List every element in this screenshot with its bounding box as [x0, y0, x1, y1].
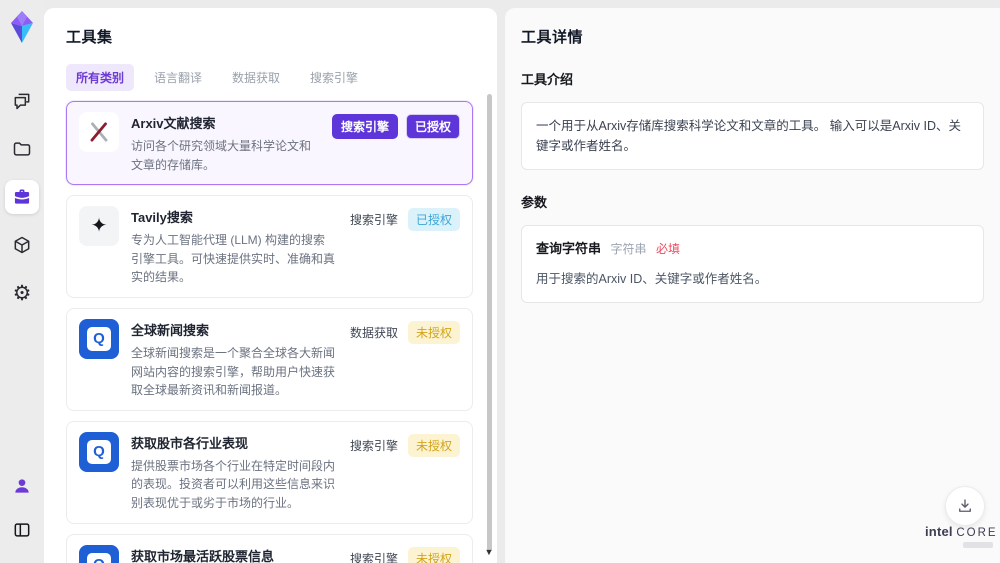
tool-category-badge: 搜索引擎	[349, 213, 398, 228]
tool-card-badges: 搜索引擎 已授权	[331, 112, 460, 174]
category-tabs: 所有类别 语言翻译 数据获取 搜索引擎	[66, 64, 473, 91]
tool-card[interactable]: Q 获取股市各行业表现 提供股票市场各个行业在特定时间段内的表现。投资者可以利用…	[66, 420, 473, 524]
param-header: 查询字符串 字符串 必填	[536, 239, 969, 260]
tool-category-badge: 搜索引擎	[331, 114, 398, 139]
intro-box: 一个用于从Arxiv存储库搜索科学论文和文章的工具。 输入可以是Arxiv ID…	[521, 102, 984, 170]
tool-card[interactable]: ✦ Tavily搜索 专为人工智能代理 (LLM) 构建的搜索引擎工具。可快速提…	[66, 195, 473, 298]
tool-icon: ✦	[79, 206, 119, 247]
brand-subbar	[963, 542, 993, 548]
tool-desc: 全球新闻搜索是一个聚合全球各大新闻网站内容的搜索引擎，帮助用户快速获取全球最新资…	[131, 345, 336, 398]
download-icon	[959, 499, 971, 512]
sidebar-item-packages[interactable]	[5, 228, 39, 262]
intro-text: 一个用于从Arxiv存储库搜索科学论文和文章的工具。 输入可以是Arxiv ID…	[536, 119, 962, 153]
chat-icon	[14, 93, 30, 110]
q-logo-icon: Q	[87, 326, 111, 351]
tool-category-badge: 数据获取	[349, 325, 398, 340]
param-name: 查询字符串	[536, 241, 602, 256]
arxiv-icon	[90, 122, 108, 142]
tool-card-badges: 搜索引擎 未授权	[348, 545, 460, 563]
tool-card-main: Arxiv文献搜索 访问各个研究领域大量科学论文和文章的存储库。	[131, 112, 320, 174]
intro-section-title: 工具介绍	[521, 72, 574, 87]
tool-card[interactable]: Q 获取市场最活跃股票信息 提供当天交易量最高的股票列表，投资者可以利用这些信息…	[66, 533, 473, 563]
tool-card-main: 获取市场最活跃股票信息 提供当天交易量最高的股票列表，投资者可以利用这些信息来识…	[131, 545, 336, 563]
tool-card-main: Tavily搜索 专为人工智能代理 (LLM) 构建的搜索引擎工具。可快速提供实…	[131, 206, 336, 287]
brand-intel: intel	[925, 524, 953, 539]
download-button[interactable]	[945, 486, 985, 526]
param-box: 查询字符串 字符串 必填 用于搜索的Arxiv ID、关键字或作者姓名。	[521, 225, 984, 303]
cube-icon	[14, 236, 30, 254]
tool-status-badge: 已授权	[405, 114, 460, 139]
tool-icon: Q	[79, 318, 119, 359]
tool-title: Arxiv文献搜索	[131, 116, 216, 131]
sidebar-item-tools[interactable]	[5, 180, 39, 214]
tool-card-main: 获取股市各行业表现 提供股票市场各个行业在特定时间段内的表现。投资者可以利用这些…	[131, 432, 336, 513]
tavily-icon: ✦	[90, 215, 108, 238]
params-section-title: 参数	[521, 195, 548, 210]
tool-title: 全球新闻搜索	[131, 322, 210, 338]
tool-cards: Arxiv文献搜索 访问各个研究领域大量科学论文和文章的存储库。 搜索引擎 已授…	[66, 101, 473, 563]
tool-category-badge: 搜索引擎	[349, 551, 398, 563]
sidebar-item-settings[interactable]: ⚙	[5, 276, 39, 310]
param-type: 字符串	[610, 242, 647, 256]
user-icon	[15, 479, 29, 493]
tool-card[interactable]: Arxiv文献搜索 访问各个研究领域大量科学论文和文章的存储库。 搜索引擎 已授…	[66, 101, 473, 186]
sidebar-item-files[interactable]	[5, 132, 39, 166]
tool-icon: Q	[79, 431, 119, 472]
gear-icon: ⚙	[12, 281, 32, 305]
category-tab[interactable]: 数据获取	[222, 64, 290, 91]
sidebar-item-chat[interactable]	[5, 84, 39, 118]
tool-title: 获取股市各行业表现	[131, 435, 249, 451]
tool-card-badges: 搜索引擎 未授权	[348, 432, 460, 513]
page-title: 工具集	[66, 29, 113, 46]
sidebar-item-user[interactable]	[5, 469, 39, 503]
scroll-down-icon[interactable]: ▼	[484, 547, 494, 557]
tool-status-badge: 已授权	[407, 208, 460, 232]
detail-title: 工具详情	[521, 29, 584, 46]
tool-category-badge: 搜索引擎	[349, 438, 398, 453]
sidebar: ⚙	[0, 0, 44, 563]
q-logo-icon: Q	[87, 439, 111, 464]
tool-card-badges: 搜索引擎 已授权	[348, 206, 460, 287]
tool-list-panel: 工具集 所有类别 语言翻译 数据获取 搜索引擎 Arxiv文献搜索 访问各个研究领域大…	[44, 8, 497, 563]
tool-icon	[79, 112, 119, 152]
tool-icon: Q	[79, 544, 119, 563]
app-logo	[11, 11, 33, 43]
list-scrollbar[interactable]	[487, 94, 492, 552]
toolbox-icon	[14, 189, 30, 204]
tool-card-badges: 数据获取 未授权	[348, 319, 460, 400]
q-logo-icon: Q	[87, 552, 111, 563]
app-window: ⚙ 工具集 所有类别 语言翻译 数据获取 搜索引擎 Arxiv文献搜索 访问各个…	[0, 0, 1000, 563]
category-tab[interactable]: 语言翻译	[144, 64, 212, 91]
folder-icon	[13, 142, 31, 156]
intel-core-logo: intel core	[925, 524, 996, 548]
tool-desc: 专为人工智能代理 (LLM) 构建的搜索引擎工具。可快速提供实时、准确和真实的结…	[131, 233, 336, 285]
category-tab[interactable]: 所有类别	[66, 64, 135, 91]
panel-toggle-icon	[14, 523, 30, 537]
sidebar-item-collapse[interactable]	[5, 513, 39, 547]
tool-card-main: 全球新闻搜索 全球新闻搜索是一个聚合全球各大新闻网站内容的搜索引擎，帮助用户快速…	[131, 319, 336, 400]
tool-status-badge: 未授权	[407, 433, 460, 457]
tool-desc: 提供股票市场各个行业在特定时间段内的表现。投资者可以利用这些信息来识别表现优于或…	[131, 458, 336, 510]
tool-desc: 访问各个研究领域大量科学论文和文章的存储库。	[131, 139, 312, 172]
brand-core: core	[956, 527, 998, 539]
category-tab[interactable]: 搜索引擎	[300, 64, 368, 91]
tool-status-badge: 未授权	[407, 546, 460, 563]
param-desc: 用于搜索的Arxiv ID、关键字或作者姓名。	[536, 271, 768, 286]
tool-status-badge: 未授权	[407, 320, 460, 344]
param-required-badge: 必填	[656, 242, 681, 256]
tool-detail-panel: 工具详情 工具介绍 一个用于从Arxiv存储库搜索科学论文和文章的工具。 输入可…	[505, 8, 1000, 563]
tool-card[interactable]: Q 全球新闻搜索 全球新闻搜索是一个聚合全球各大新闻网站内容的搜索引擎，帮助用户…	[66, 307, 473, 411]
tool-title: 获取市场最活跃股票信息	[131, 548, 275, 563]
tool-title: Tavily搜索	[131, 210, 193, 226]
